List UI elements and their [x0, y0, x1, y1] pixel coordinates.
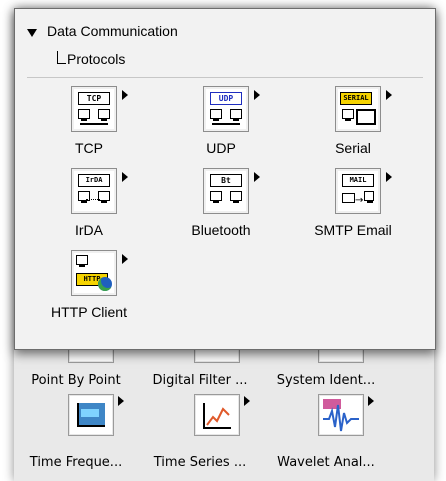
envelope-icon	[342, 193, 355, 203]
http-client-icon[interactable]: HTTP	[71, 250, 117, 296]
time-frequency-icon[interactable]	[68, 394, 114, 436]
collapse-triangle-icon[interactable]	[27, 29, 37, 37]
palette-item-bluetooth[interactable]: Bt Bluetooth	[159, 164, 283, 244]
tree-branch-icon	[57, 51, 66, 64]
bluetooth-arrow-icon	[254, 172, 260, 182]
palette-item-irda[interactable]: IrDA IrDA	[27, 164, 151, 244]
palette-item-smtp-email[interactable]: MAIL → SMTP Email	[291, 164, 415, 244]
palette-item-tcp[interactable]: TCP TCP	[27, 82, 151, 162]
wavelet-analysis-icon[interactable]	[318, 394, 364, 436]
bg-item-label: Time Series ...	[153, 455, 247, 470]
smtp-tag: MAIL	[342, 174, 374, 187]
wavelet-analysis-arrow-icon	[368, 396, 374, 406]
smtp-email-icon[interactable]: MAIL →	[335, 168, 381, 214]
irda-icon[interactable]: IrDA	[71, 168, 117, 214]
palette-item-http-client[interactable]: HTTP HTTP Client	[27, 246, 151, 326]
right-arrow-icon: →	[355, 195, 364, 206]
palette-item-label: SMTP Email	[314, 222, 392, 238]
palette-header: Data Communication Protocols	[15, 9, 435, 75]
category-title[interactable]: Data Communication	[47, 23, 178, 39]
bg-item-label: Wavelet Anal...	[277, 455, 375, 470]
udp-arrow-icon	[254, 90, 260, 100]
bluetooth-tag: Bt	[210, 174, 242, 187]
tcp-arrow-icon	[122, 90, 128, 100]
tcp-tag: TCP	[78, 92, 110, 105]
serial-tag: SERIAL	[340, 92, 372, 105]
palette-item-label: IrDA	[75, 222, 103, 238]
irda-arrow-icon	[122, 172, 128, 182]
bg-item-label: Point By Point	[31, 373, 121, 388]
palette-item-udp[interactable]: UDP UDP	[159, 82, 283, 162]
palette-item-label: HTTP Client	[51, 304, 127, 320]
protocols-subpalette: Data Communication Protocols TCP TCP UDP	[14, 8, 436, 350]
palette-item-label: UDP	[206, 140, 236, 156]
smtp-email-arrow-icon	[386, 172, 392, 182]
bg-item-label: Time Freque...	[29, 455, 123, 470]
palette-item-serial[interactable]: SERIAL Serial	[291, 82, 415, 162]
time-series-icon[interactable]	[194, 394, 240, 436]
globe-icon	[98, 277, 112, 291]
bluetooth-icon[interactable]: Bt	[203, 168, 249, 214]
irda-tag: IrDA	[78, 174, 110, 187]
serial-icon[interactable]: SERIAL	[335, 86, 381, 132]
time-frequency-arrow-icon	[118, 396, 124, 406]
palette-item-label: Bluetooth	[191, 222, 251, 238]
bg-item-label: Digital Filter ...	[152, 373, 248, 388]
tcp-icon[interactable]: TCP	[71, 86, 117, 132]
serial-arrow-icon	[386, 90, 392, 100]
bg-item-label: System Ident...	[276, 373, 376, 388]
http-client-arrow-icon	[122, 254, 128, 264]
palette-grid: TCP TCP UDP UDP SERIAL Serial IrDA IrDA …	[27, 77, 423, 348]
subcategory-title[interactable]: Protocols	[67, 51, 125, 67]
udp-icon[interactable]: UDP	[203, 86, 249, 132]
time-series-arrow-icon	[244, 396, 250, 406]
palette-item-label: TCP	[75, 140, 103, 156]
palette-item-label: Serial	[335, 140, 371, 156]
udp-tag: UDP	[210, 92, 242, 105]
